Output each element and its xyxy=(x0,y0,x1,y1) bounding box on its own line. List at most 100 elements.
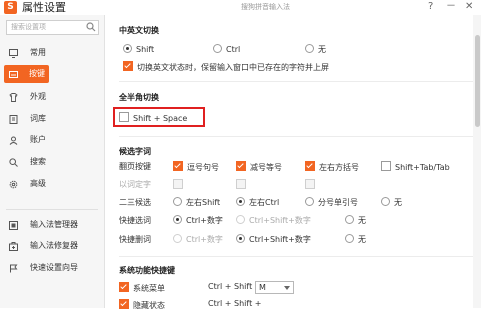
scrollbar[interactable] xyxy=(473,15,481,308)
system-menu-checkbox[interactable]: 系统菜单 xyxy=(119,282,165,294)
radio-zh-en-shift[interactable]: Shift xyxy=(123,44,154,55)
checkbox-indicator xyxy=(119,282,129,292)
checkbox-indicator xyxy=(305,179,315,189)
radio-indicator xyxy=(236,215,245,224)
sidebar-tool-repair[interactable]: 输入法修复器 xyxy=(0,237,104,255)
sidebar-item-appearance[interactable]: 外观 xyxy=(0,88,104,106)
sidebar-item-label: 账户 xyxy=(30,135,46,144)
settings-panel: 中英文切换 Shift Ctrl 无 切换英文状态时，保留输入窗口中已存在的字符… xyxy=(105,15,481,311)
radio-quick-select-ctrl-num[interactable]: Ctrl+数字 xyxy=(173,215,223,226)
section-title-candidates: 候选字词 xyxy=(119,147,151,156)
row-label-second-third: 二三候选 xyxy=(119,198,151,207)
row-label-quick-select: 快捷选词 xyxy=(119,216,151,225)
sidebar-item-label: 高级 xyxy=(30,179,46,188)
search-placeholder: 搜索设置项 xyxy=(11,23,46,31)
checkbox-indicator xyxy=(123,61,133,71)
hide-status-checkbox[interactable]: 隐藏状态 xyxy=(119,299,165,311)
checkbox-indicator xyxy=(305,161,315,171)
section-title-shortcuts: 系统功能快捷键 xyxy=(119,266,175,275)
search-input[interactable]: 搜索设置项 xyxy=(6,20,99,35)
sidebar-tool-wizard[interactable]: 快速设置向导 xyxy=(0,259,104,277)
sidebar-item-keys[interactable]: 按键 xyxy=(4,65,49,83)
radio-zh-en-none[interactable]: 无 xyxy=(305,44,326,55)
radio-indicator xyxy=(305,197,314,206)
keep-text-checkbox[interactable]: 切换英文状态时，保留输入窗口中已存在的字符并上屏 xyxy=(123,61,329,73)
radio-quick-select-none[interactable]: 无 xyxy=(345,215,366,226)
sidebar-item-advanced[interactable]: 高级 xyxy=(0,175,104,193)
search-icon xyxy=(9,158,18,167)
word-to-char-option-2[interactable] xyxy=(236,179,250,191)
sidebar-item-account[interactable]: 账户 xyxy=(0,131,104,149)
section-divider xyxy=(119,256,475,257)
section-divider xyxy=(119,81,475,82)
sidebar-item-lexicon[interactable]: 词库 xyxy=(0,110,104,128)
row-label-page-keys: 翻页按键 xyxy=(119,162,151,171)
word-to-char-option-3[interactable] xyxy=(305,179,319,191)
checkbox-indicator xyxy=(236,179,246,189)
checkbox-indicator xyxy=(173,179,183,189)
full-half-shortcut-checkbox[interactable]: Shift + Space xyxy=(119,112,187,124)
radio-indicator xyxy=(345,215,354,224)
sidebar-item-label: 搜索 xyxy=(30,157,46,166)
system-menu-key-select[interactable]: M xyxy=(255,281,294,294)
radio-indicator xyxy=(236,234,245,243)
radio-indicator xyxy=(305,44,314,53)
sidebar-item-label: 词库 xyxy=(30,114,46,123)
checkbox-indicator xyxy=(236,161,246,171)
page-keys-brackets[interactable]: 左右方括号 xyxy=(305,161,359,173)
help-button[interactable]: ? xyxy=(428,0,433,14)
repair-icon xyxy=(9,242,18,251)
checkbox-indicator xyxy=(381,161,391,171)
sidebar-divider xyxy=(6,209,98,210)
radio-quick-delete-ctrl-shift-num[interactable]: Ctrl+Shift+数字 xyxy=(236,234,311,245)
radio-quick-select-ctrl-shift-num[interactable]: Ctrl+Shift+数字 xyxy=(236,215,311,226)
sidebar-item-common[interactable]: 常用 xyxy=(0,44,104,62)
section-divider xyxy=(119,136,475,137)
manager-icon xyxy=(9,221,18,230)
section-title-full-half: 全半角切换 xyxy=(119,93,159,102)
sidebar-tool-label: 输入法修复器 xyxy=(30,241,78,250)
gear-icon xyxy=(9,180,18,189)
radio-second-third-shift[interactable]: 左右Shift xyxy=(173,197,220,208)
checkbox-indicator xyxy=(173,161,183,171)
scrollbar-thumb[interactable] xyxy=(475,35,480,127)
row-label-word-to-char: 以词定字 xyxy=(119,180,151,189)
page-keys-shift-tab[interactable]: Shift+Tab/Tab xyxy=(381,161,450,173)
chevron-down-icon xyxy=(284,286,290,290)
section-title-zh-en: 中英文切换 xyxy=(119,26,159,35)
minimize-button[interactable]: － xyxy=(446,0,456,14)
close-button[interactable]: ✕ xyxy=(465,0,473,14)
sidebar-tool-label: 输入法管理器 xyxy=(30,220,78,229)
radio-zh-en-ctrl[interactable]: Ctrl xyxy=(213,44,240,55)
shirt-icon xyxy=(9,93,18,102)
radio-indicator xyxy=(123,44,132,53)
radio-indicator xyxy=(173,197,182,206)
sidebar-item-label: 按键 xyxy=(29,69,45,78)
radio-second-third-semicolon[interactable]: 分号单引号 xyxy=(305,197,358,208)
title-bar: S 属性设置 搜狗拼音输入法 ? － ✕ xyxy=(0,0,481,15)
monitor-icon xyxy=(9,49,18,58)
sidebar: 搜索设置项 常用 按键 外观 词库 账户 搜索 高级 输入法管理器 输入法修复器… xyxy=(0,15,105,308)
sidebar-tool-manager[interactable]: 输入法管理器 xyxy=(0,216,104,234)
radio-quick-delete-none[interactable]: 无 xyxy=(345,234,366,245)
radio-indicator xyxy=(381,197,390,206)
word-to-char-option-1[interactable] xyxy=(173,179,187,191)
sidebar-item-label: 常用 xyxy=(30,48,46,57)
radio-indicator xyxy=(236,197,245,206)
row-label-quick-delete: 快捷删词 xyxy=(119,235,151,244)
app-logo: S xyxy=(4,1,17,14)
radio-quick-delete-ctrl-num[interactable]: Ctrl+数字 xyxy=(173,234,223,245)
search-icon[interactable] xyxy=(86,22,96,32)
page-keys-minus-equal[interactable]: 减号等号 xyxy=(236,161,282,173)
page-keys-comma-period[interactable]: 逗号句号 xyxy=(173,161,219,173)
radio-indicator xyxy=(213,44,222,53)
radio-indicator xyxy=(345,234,354,243)
sidebar-item-label: 外观 xyxy=(30,92,46,101)
sidebar-item-search[interactable]: 搜索 xyxy=(0,153,104,171)
radio-second-third-none[interactable]: 无 xyxy=(381,197,402,208)
app-name: 搜狗拼音输入法 xyxy=(241,3,290,11)
checkbox-indicator xyxy=(119,112,129,122)
radio-second-third-ctrl[interactable]: 左右Ctrl xyxy=(236,197,279,208)
radio-indicator xyxy=(173,215,182,224)
window-title: 属性设置 xyxy=(22,1,66,14)
